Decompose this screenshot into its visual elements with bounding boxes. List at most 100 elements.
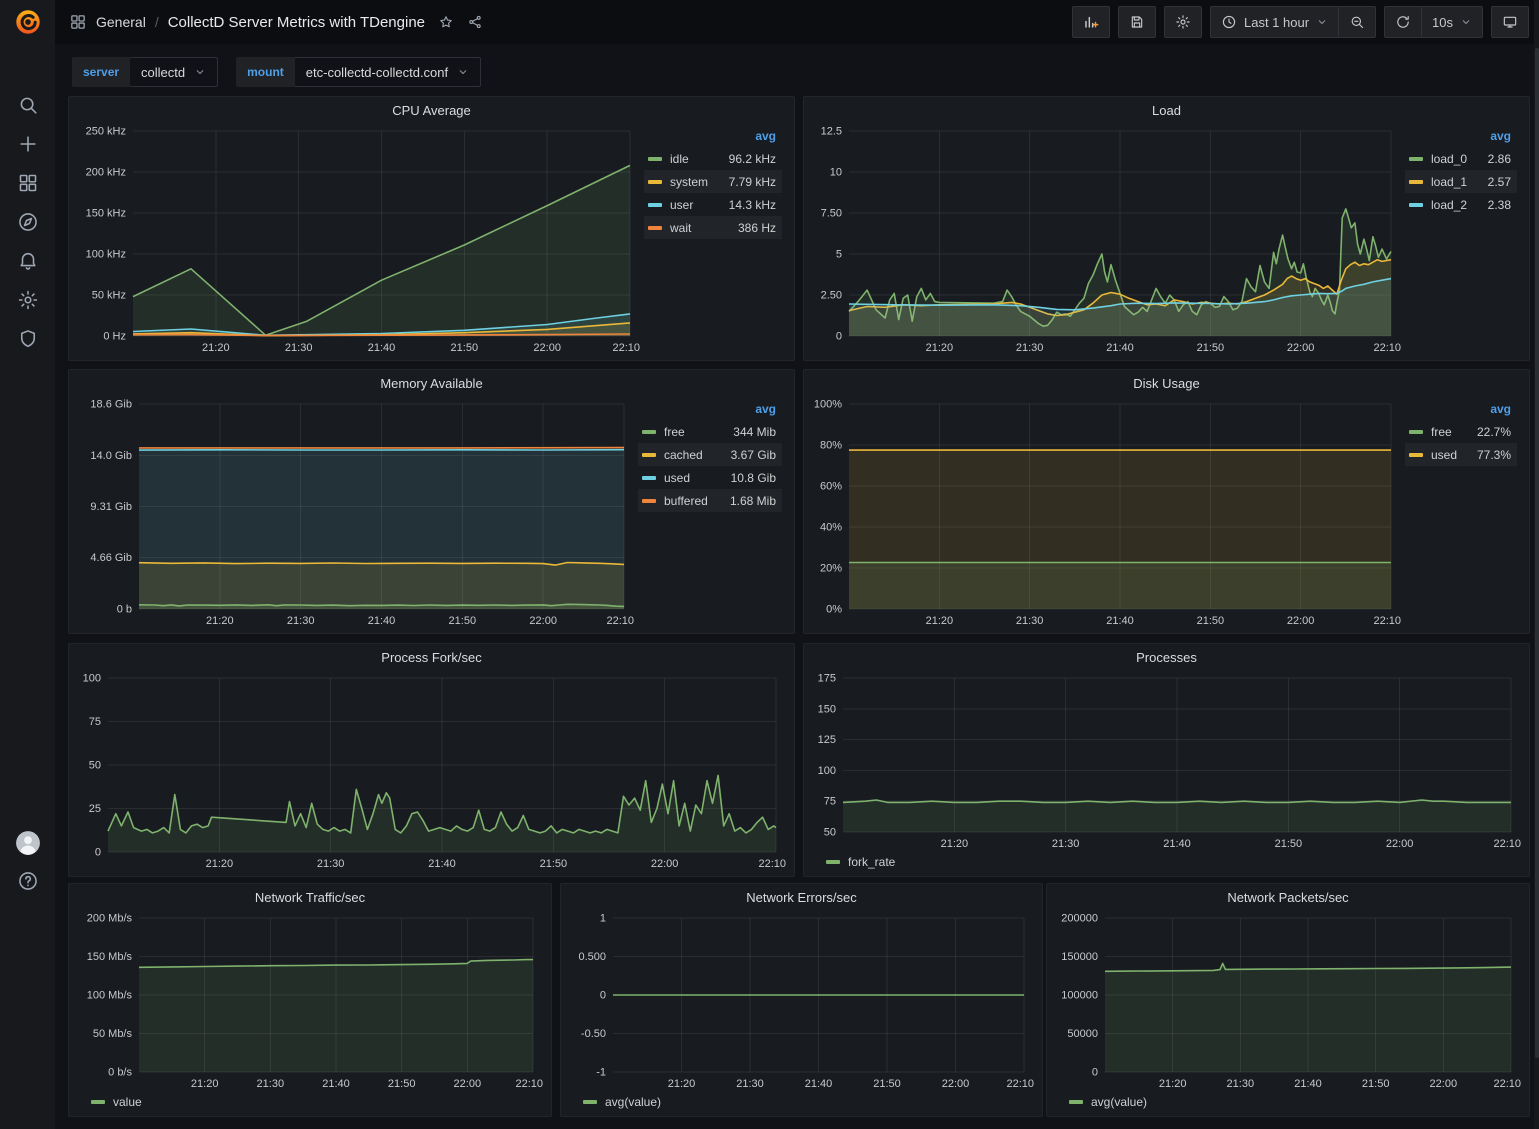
legend-item-user[interactable]: user14.3 kHz [644,193,782,216]
svg-text:150 kHz: 150 kHz [86,208,126,220]
svg-text:22:10: 22:10 [612,342,640,354]
svg-text:0%: 0% [826,604,842,616]
svg-text:21:40: 21:40 [368,615,396,627]
refresh-interval-button[interactable]: 10s [1421,7,1482,37]
svg-text:21:40: 21:40 [1106,342,1134,354]
panel-title[interactable]: Network Errors/sec [561,884,1042,910]
sidebar-item-help[interactable] [17,870,39,892]
panel-title[interactable]: Memory Available [69,370,794,396]
chart-network-traffic[interactable]: 200 Mb/s150 Mb/s100 Mb/s50 Mb/s0 b/s21:2… [75,910,543,1092]
dashboard-title: CollectD Server Metrics with TDengine [168,14,425,31]
panel-network-errors: Network Errors/sec 10.5000-0.50-121:2021… [560,883,1043,1117]
legend-item-idle[interactable]: idle96.2 kHz [644,147,782,170]
refresh-button[interactable] [1385,7,1421,37]
legend-item-used[interactable]: used10.8 Gib [638,466,782,489]
svg-text:22:10: 22:10 [1493,1078,1521,1090]
grafana-logo[interactable] [13,7,43,37]
panel-network-packets: Network Packets/sec 20000015000010000050… [1046,883,1530,1117]
time-range-button[interactable]: Last 1 hour [1211,7,1338,37]
sidebar-item-admin[interactable] [17,328,39,350]
add-panel-icon [1083,14,1099,30]
legend-swatch [1409,157,1423,161]
chart-svg: 12.5107.5052.50021:2021:3021:4021:5022:0… [810,123,1401,356]
chart-processes[interactable]: 175150125100755021:2021:3021:4021:5022:0… [810,670,1521,852]
legend-item-used[interactable]: used77.3% [1405,443,1517,466]
svg-text:250 kHz: 250 kHz [86,126,126,138]
legend-header-avg[interactable]: avg [1490,402,1511,416]
svg-text:1: 1 [600,913,606,925]
legend-item-buffered[interactable]: buffered1.68 Mib [638,489,782,512]
panel-title[interactable]: Network Traffic/sec [69,884,551,910]
legend-item-wait[interactable]: wait386 Hz [644,216,782,239]
legend-header-avg[interactable]: avg [755,402,776,416]
legend-header-avg[interactable]: avg [755,129,776,143]
chart-memory-available[interactable]: 18.6 Gib14.0 Gib9.31 Gib4.66 Gib0 b21:20… [75,396,634,629]
variable-value-dropdown[interactable]: collectd [130,57,218,87]
dashboard-settings-button[interactable] [1164,6,1202,38]
chart-process-fork[interactable]: 100755025021:2021:3021:4021:5022:0022:10 [75,670,786,872]
panel-title[interactable]: Process Fork/sec [69,644,794,670]
svg-text:22:10: 22:10 [758,858,786,870]
panel-disk-usage: Disk Usage 100%80%60%40%20%0%21:2021:302… [803,369,1530,634]
svg-text:21:50: 21:50 [1275,838,1303,850]
svg-text:21:30: 21:30 [257,1078,285,1090]
chart-load[interactable]: 12.5107.5052.50021:2021:3021:4021:5022:0… [810,123,1401,356]
legend-swatch [1409,453,1423,457]
chart-cpu-average[interactable]: 250 kHz200 kHz150 kHz100 kHz50 kHz0 Hz21… [75,123,640,356]
breadcrumb-folder[interactable]: General [96,14,146,30]
variable-label[interactable]: server [72,57,130,87]
legend-item-cached[interactable]: cached3.67 Gib [638,443,782,466]
save-icon [1129,14,1145,30]
panel-title[interactable]: Disk Usage [804,370,1529,396]
legend-item-avg(value)[interactable]: avg(value) [583,1092,661,1112]
panel-process-fork: Process Fork/sec 100755025021:2021:3021:… [68,643,795,877]
zoom-out-button[interactable] [1338,7,1375,37]
svg-text:50 kHz: 50 kHz [92,290,126,302]
svg-text:21:50: 21:50 [540,858,568,870]
legend-item-load_0[interactable]: load_02.86 [1405,147,1517,170]
legend-swatch [642,430,656,434]
chart-network-packets[interactable]: 20000015000010000050000021:2021:3021:402… [1053,910,1521,1092]
cycle-view-button[interactable] [1491,6,1529,38]
legend-item-load_1[interactable]: load_12.57 [1405,170,1517,193]
variable-label[interactable]: mount [236,57,295,87]
panel-title[interactable]: Processes [804,644,1529,670]
share-icon[interactable] [467,14,483,30]
svg-text:100 kHz: 100 kHz [86,249,126,261]
variable-value-dropdown[interactable]: etc-collectd-collectd.conf [295,57,481,87]
sidebar-item-alerting[interactable] [17,250,39,272]
scrollbar[interactable] [1534,0,1539,1129]
star-icon[interactable] [438,14,454,30]
svg-text:21:20: 21:20 [668,1078,696,1090]
save-dashboard-button[interactable] [1118,6,1156,38]
sidebar-item-dashboards[interactable] [17,172,39,194]
svg-text:21:30: 21:30 [1016,615,1044,627]
legend-item-free[interactable]: free344 Mib [638,420,782,443]
svg-text:21:50: 21:50 [1197,615,1225,627]
svg-text:22:10: 22:10 [1493,838,1521,850]
add-panel-button[interactable] [1072,6,1110,38]
legend: avg free344 Mib cached3.67 Gib used10.8 … [634,396,786,629]
legend-swatch [1409,180,1423,184]
sidebar-item-create[interactable] [17,133,39,155]
sidebar-item-explore[interactable] [17,211,39,233]
legend-swatch [648,226,662,230]
chart-disk-usage[interactable]: 100%80%60%40%20%0%21:2021:3021:4021:5022… [810,396,1401,629]
panel-title[interactable]: CPU Average [69,97,794,123]
sidebar-item-profile[interactable] [15,830,41,856]
panel-title[interactable]: Load [804,97,1529,123]
panel-title[interactable]: Network Packets/sec [1047,884,1529,910]
svg-text:125: 125 [818,734,836,746]
legend-header-avg[interactable]: avg [1490,129,1511,143]
legend-item-free[interactable]: free22.7% [1405,420,1517,443]
legend-item-avg(value)[interactable]: avg(value) [1069,1092,1147,1112]
legend-item-system[interactable]: system7.79 kHz [644,170,782,193]
chart-network-errors[interactable]: 10.5000-0.50-121:2021:3021:4021:5022:002… [567,910,1034,1092]
sidebar-item-configuration[interactable] [17,289,39,311]
sidebar-item-search[interactable] [17,94,39,116]
legend-item-load_2[interactable]: load_22.38 [1405,193,1517,216]
legend-item-fork_rate[interactable]: fork_rate [826,852,895,872]
legend-item-value[interactable]: value [91,1092,142,1112]
svg-text:21:20: 21:20 [206,858,234,870]
scrollbar-thumb[interactable] [1535,48,1539,1058]
